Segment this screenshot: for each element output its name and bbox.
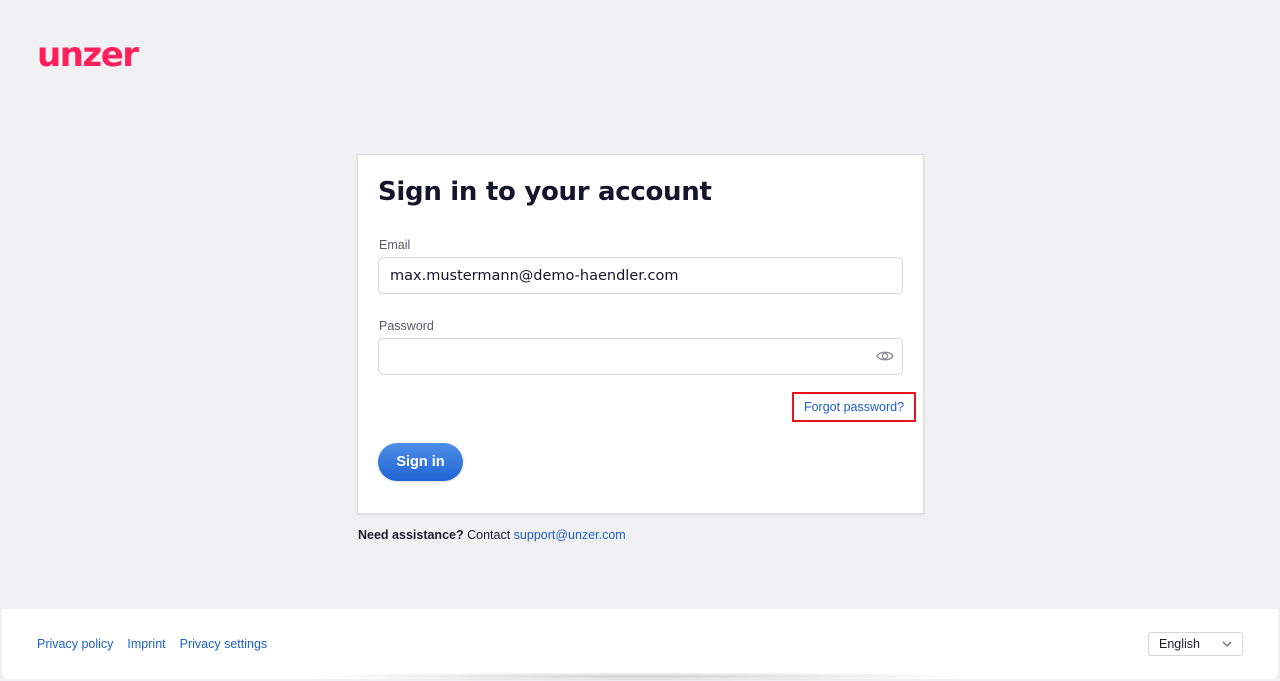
signin-button[interactable]: Sign in bbox=[378, 443, 463, 481]
language-value: English bbox=[1159, 637, 1200, 651]
privacy-policy-link[interactable]: Privacy policy bbox=[37, 637, 113, 651]
password-label: Password bbox=[379, 319, 434, 333]
assistance-bold: Need assistance? bbox=[358, 528, 464, 542]
bottom-shadow bbox=[300, 672, 980, 681]
unzer-logo[interactable]: unzer bbox=[37, 38, 139, 72]
password-field[interactable] bbox=[378, 338, 903, 375]
page-title: Sign in to your account bbox=[378, 177, 712, 207]
eye-icon[interactable] bbox=[876, 349, 894, 363]
support-email-link[interactable]: support@unzer.com bbox=[514, 528, 626, 542]
privacy-settings-link[interactable]: Privacy settings bbox=[180, 637, 268, 651]
assistance-text: Need assistance? Contact support@unzer.c… bbox=[358, 528, 626, 542]
imprint-link[interactable]: Imprint bbox=[127, 637, 165, 651]
forgot-password-link[interactable]: Forgot password? bbox=[792, 392, 916, 422]
footer-links: Privacy policy Imprint Privacy settings bbox=[37, 637, 267, 651]
email-value: max.mustermann@demo-haendler.com bbox=[390, 267, 679, 284]
language-select[interactable]: English bbox=[1148, 632, 1243, 656]
signin-card: Sign in to your account Email max.muster… bbox=[357, 154, 924, 514]
assistance-contact: Contact bbox=[467, 528, 511, 542]
email-field[interactable]: max.mustermann@demo-haendler.com bbox=[378, 257, 903, 294]
footer: Privacy policy Imprint Privacy settings … bbox=[2, 609, 1278, 679]
email-label: Email bbox=[379, 238, 411, 252]
chevron-down-icon bbox=[1222, 641, 1232, 647]
